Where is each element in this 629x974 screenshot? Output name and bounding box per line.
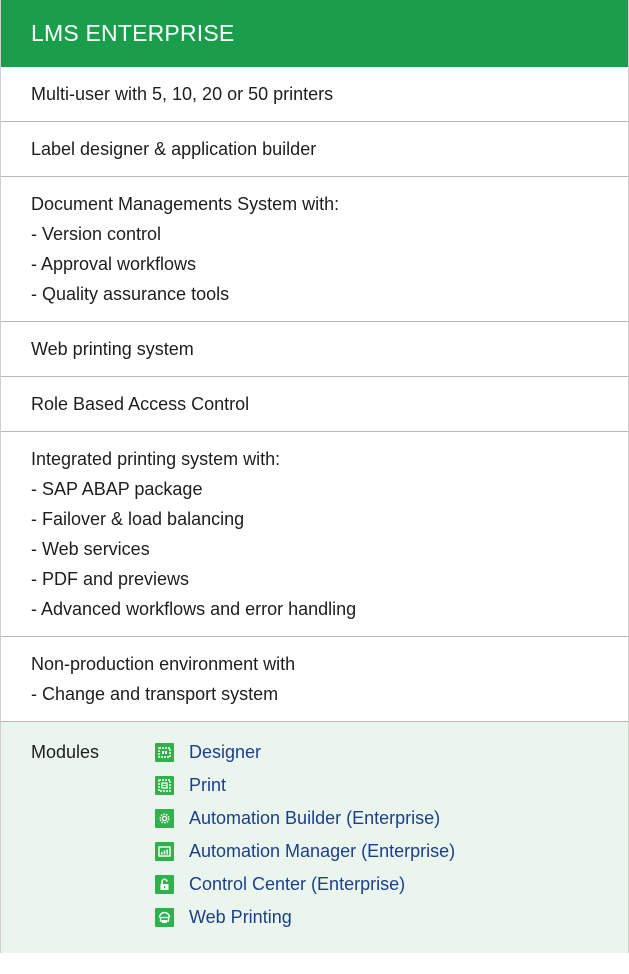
lock-icon bbox=[155, 875, 174, 894]
print-icon bbox=[155, 776, 174, 795]
feature-line: Web printing system bbox=[31, 339, 194, 359]
module-label: Print bbox=[189, 775, 227, 795]
feature-line: Integrated printing system with: bbox=[31, 449, 281, 469]
feature-line: Document Managements System with: bbox=[31, 194, 340, 214]
module-label: Web Printing bbox=[189, 907, 292, 927]
feature-line: - Change and transport system bbox=[31, 684, 279, 704]
module-link-print[interactable]: Print bbox=[155, 769, 455, 802]
card-header: LMS ENTERPRISE bbox=[1, 0, 628, 67]
modules-label: Modules bbox=[31, 742, 100, 762]
module-link-web-printing[interactable]: Web Printing bbox=[155, 901, 455, 934]
designer-icon bbox=[155, 743, 174, 762]
module-link-control-center[interactable]: Control Center (Enterprise) bbox=[155, 868, 455, 901]
feature-line: - Version control bbox=[31, 224, 162, 244]
lms-enterprise-card: LMS ENTERPRISE Multi-user with 5, 10, 20… bbox=[0, 0, 629, 953]
feature-section-non-production: Non-production environment with - Change… bbox=[1, 637, 628, 721]
gear-icon bbox=[155, 809, 174, 828]
feature-section-multi-user: Multi-user with 5, 10, 20 or 50 printers bbox=[1, 67, 628, 122]
feature-line: - Quality assurance tools bbox=[31, 284, 230, 304]
feature-line: - PDF and previews bbox=[31, 569, 190, 589]
module-link-designer[interactable]: Designer bbox=[155, 736, 455, 769]
feature-line: - Advanced workflows and error handling bbox=[31, 599, 357, 619]
feature-line: - Web services bbox=[31, 539, 150, 559]
feature-section-integrated-printing: Integrated printing system with: - SAP A… bbox=[1, 432, 628, 637]
feature-line: - SAP ABAP package bbox=[31, 479, 203, 499]
feature-line: - Failover & load balancing bbox=[31, 509, 245, 529]
web-printer-icon bbox=[155, 908, 174, 927]
feature-line: Role Based Access Control bbox=[31, 394, 250, 414]
feature-line: Multi-user with 5, 10, 20 or 50 printers bbox=[31, 84, 334, 104]
feature-line: - Approval workflows bbox=[31, 254, 197, 274]
modules-section: Modules Designer Print Automation Builde… bbox=[1, 721, 628, 953]
feature-line: Label designer & application builder bbox=[31, 139, 317, 159]
module-link-automation-manager[interactable]: Automation Manager (Enterprise) bbox=[155, 835, 455, 868]
feature-section-rbac: Role Based Access Control bbox=[1, 377, 628, 432]
module-list: Designer Print Automation Builder (Enter… bbox=[155, 736, 455, 939]
module-label: Designer bbox=[189, 742, 262, 762]
module-label: Control Center (Enterprise) bbox=[189, 874, 406, 894]
module-label: Automation Builder (Enterprise) bbox=[189, 808, 441, 828]
module-label: Automation Manager (Enterprise) bbox=[189, 841, 456, 861]
card-title: LMS ENTERPRISE bbox=[31, 20, 235, 46]
feature-section-label-designer: Label designer & application builder bbox=[1, 122, 628, 177]
dashboard-icon bbox=[155, 842, 174, 861]
feature-line: Non-production environment with bbox=[31, 654, 296, 674]
feature-section-document-management: Document Managements System with: - Vers… bbox=[1, 177, 628, 322]
module-link-automation-builder[interactable]: Automation Builder (Enterprise) bbox=[155, 802, 455, 835]
feature-section-web-printing: Web printing system bbox=[1, 322, 628, 377]
